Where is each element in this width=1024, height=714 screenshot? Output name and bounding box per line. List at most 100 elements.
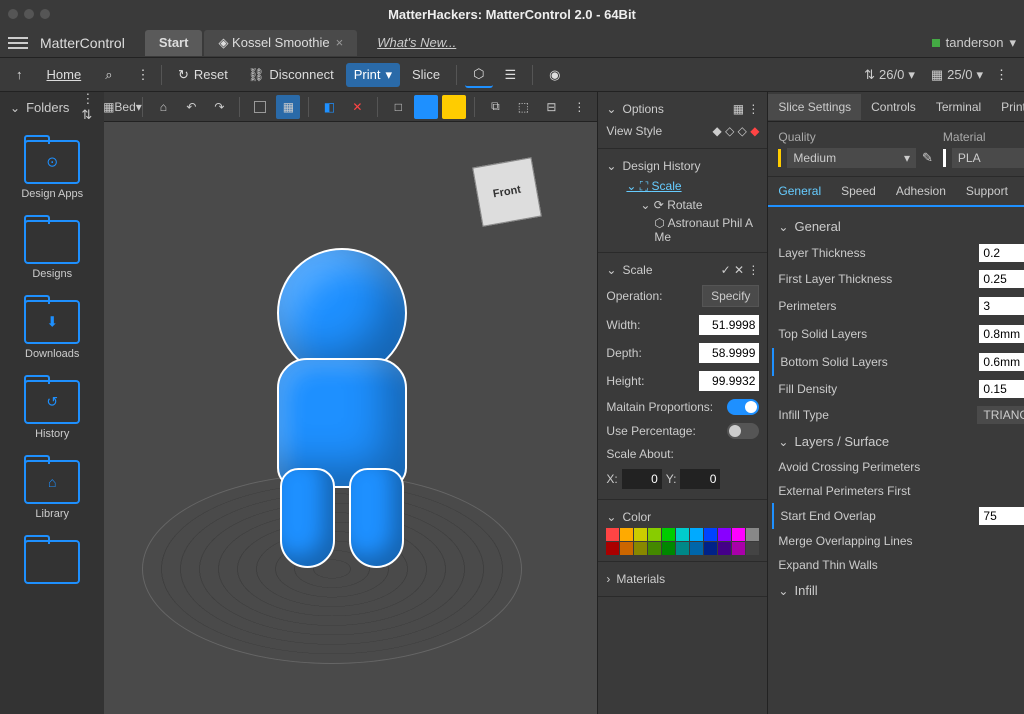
group-layers-surface[interactable]: Layers / Surface — [778, 428, 1024, 455]
tab-terminal[interactable]: Terminal — [926, 94, 991, 120]
materials-section[interactable]: Materials — [606, 568, 759, 590]
more-icon[interactable]: ⋮ — [567, 95, 591, 119]
bed-temp[interactable]: ▦ 25/0 ▾ — [931, 67, 983, 83]
color-swatch[interactable] — [648, 542, 661, 555]
tab-controls[interactable]: Controls — [861, 94, 926, 120]
setting-input[interactable] — [979, 380, 1024, 398]
color-swatch[interactable] — [690, 542, 703, 555]
user-menu[interactable]: tanderson ▾ — [932, 35, 1016, 51]
color-swatch[interactable] — [746, 528, 759, 541]
align-icon[interactable]: ◧ — [317, 95, 341, 119]
sidebar-item-designs[interactable]: Designs — [0, 210, 104, 290]
disconnect-button[interactable]: ⛓ Disconnect — [240, 63, 342, 87]
folders-heading[interactable]: Folders⋮ ⇅ — [0, 92, 104, 122]
sidebar-item-downloads[interactable]: ⬇Downloads — [0, 290, 104, 370]
subtab-filament[interactable]: Filament — [1018, 178, 1024, 204]
color-palette[interactable] — [606, 528, 759, 555]
subtab-general[interactable]: General — [768, 178, 831, 204]
tab-slice-settings[interactable]: Slice Settings — [768, 94, 861, 120]
color-swatch[interactable] — [606, 528, 619, 541]
overflow-icon[interactable]: ⋮ — [987, 63, 1016, 87]
window-controls[interactable] — [8, 9, 50, 19]
setting-input[interactable] — [979, 325, 1024, 343]
color-swatch[interactable] — [606, 542, 619, 555]
home-link[interactable]: Home — [39, 63, 90, 86]
sidebar-item-extra[interactable] — [0, 530, 104, 594]
more-icon[interactable]: ⋮ — [128, 63, 157, 87]
tab-start[interactable]: Start — [145, 30, 203, 56]
box-icon[interactable]: □ — [386, 95, 410, 119]
extruder-temp[interactable]: ⇅ 26/0 ▾ — [864, 67, 915, 83]
design-history-section[interactable]: Design History — [606, 155, 759, 177]
orientation-cube[interactable]: Front — [473, 157, 543, 227]
material-select[interactable]: PLA▾ — [952, 148, 1024, 168]
grid-small-icon[interactable] — [248, 95, 272, 119]
setting-input[interactable] — [979, 353, 1024, 371]
camera-icon[interactable]: ◉ — [541, 63, 568, 87]
color-swatch[interactable] — [662, 542, 675, 555]
color-swatch[interactable] — [704, 542, 717, 555]
color-swatch[interactable] — [732, 542, 745, 555]
sidebar-item-library[interactable]: ⌂Library — [0, 450, 104, 530]
scale-x-input[interactable] — [622, 469, 662, 489]
color-swatch[interactable] — [648, 528, 661, 541]
yellow-swatch-icon[interactable] — [442, 95, 466, 119]
print-button[interactable]: Print ▾ — [346, 63, 400, 87]
reset-button[interactable]: ↻ Reset — [170, 63, 236, 87]
scale-section[interactable]: Scale✓ ✕ ⋮ — [606, 259, 759, 281]
view-layers-icon[interactable]: ☰ — [497, 63, 525, 87]
3d-canvas[interactable]: Front — [104, 122, 597, 714]
color-swatch[interactable] — [732, 528, 745, 541]
slice-button[interactable]: Slice — [404, 63, 448, 86]
maintain-toggle[interactable] — [727, 399, 759, 415]
group-general[interactable]: General — [778, 213, 1024, 240]
grid-large-icon[interactable]: ▦ — [276, 95, 300, 119]
color-swatch[interactable] — [620, 528, 633, 541]
close-icon[interactable]: × — [336, 35, 344, 50]
view-style-options[interactable]: ◆ ◇ ◇ ◆ — [713, 124, 760, 138]
sidebar-item-history[interactable]: ↺History — [0, 370, 104, 450]
view-3d-icon[interactable]: ⬡ — [465, 62, 492, 88]
hamburger-icon[interactable] — [8, 37, 28, 49]
whats-new-link[interactable]: What's New... — [377, 35, 456, 50]
setting-input[interactable] — [979, 244, 1024, 262]
home-icon[interactable]: ⌂ — [151, 95, 175, 119]
color-swatch[interactable] — [718, 528, 731, 541]
tree-mesh[interactable]: ⬡ Astronaut Phil A Me — [606, 214, 759, 246]
color-swatch[interactable] — [704, 528, 717, 541]
redo-icon[interactable]: ↷ — [207, 95, 231, 119]
tab-printer[interactable]: ◈ Kossel Smoothie× — [204, 30, 357, 56]
setting-input[interactable] — [979, 507, 1024, 525]
up-button[interactable]: ↑ — [8, 63, 31, 86]
subtab-speed[interactable]: Speed — [831, 178, 886, 204]
height-input[interactable] — [699, 371, 759, 391]
color-swatch[interactable] — [718, 542, 731, 555]
color-swatch[interactable] — [746, 542, 759, 555]
edit-icon[interactable]: ✎ — [922, 150, 933, 166]
model-astronaut[interactable] — [252, 248, 432, 588]
color-swatch[interactable] — [690, 528, 703, 541]
setting-input[interactable] — [979, 297, 1024, 315]
bed-dropdown[interactable]: ▦ Bed ▾ — [110, 95, 134, 119]
width-input[interactable] — [699, 315, 759, 335]
color-swatch[interactable] — [676, 542, 689, 555]
options-section[interactable]: Options▦ ⋮ — [606, 98, 759, 120]
color-swatch[interactable] — [676, 528, 689, 541]
color-swatch[interactable] — [634, 528, 647, 541]
delete-icon[interactable]: ✕ — [345, 95, 369, 119]
split-icon[interactable]: ⊟ — [539, 95, 563, 119]
setting-input[interactable] — [979, 270, 1024, 288]
percentage-toggle[interactable] — [727, 423, 759, 439]
tab-printer[interactable]: Printer × — [991, 94, 1024, 120]
color-swatch[interactable] — [662, 528, 675, 541]
subtab-support[interactable]: Support — [956, 178, 1018, 204]
subtab-adhesion[interactable]: Adhesion — [886, 178, 956, 204]
copy-icon[interactable]: ⧉ — [483, 95, 507, 119]
tree-rotate[interactable]: ⌄ ⟳ Rotate — [606, 196, 759, 214]
group-infill[interactable]: Infill — [778, 577, 1024, 604]
setting-dropdown[interactable]: TRIANGLES ▾ — [977, 406, 1024, 424]
layers-icon[interactable]: ⬚ — [511, 95, 535, 119]
operation-select[interactable]: Specify — [702, 285, 759, 307]
color-swatch[interactable] — [634, 542, 647, 555]
undo-icon[interactable]: ↶ — [179, 95, 203, 119]
